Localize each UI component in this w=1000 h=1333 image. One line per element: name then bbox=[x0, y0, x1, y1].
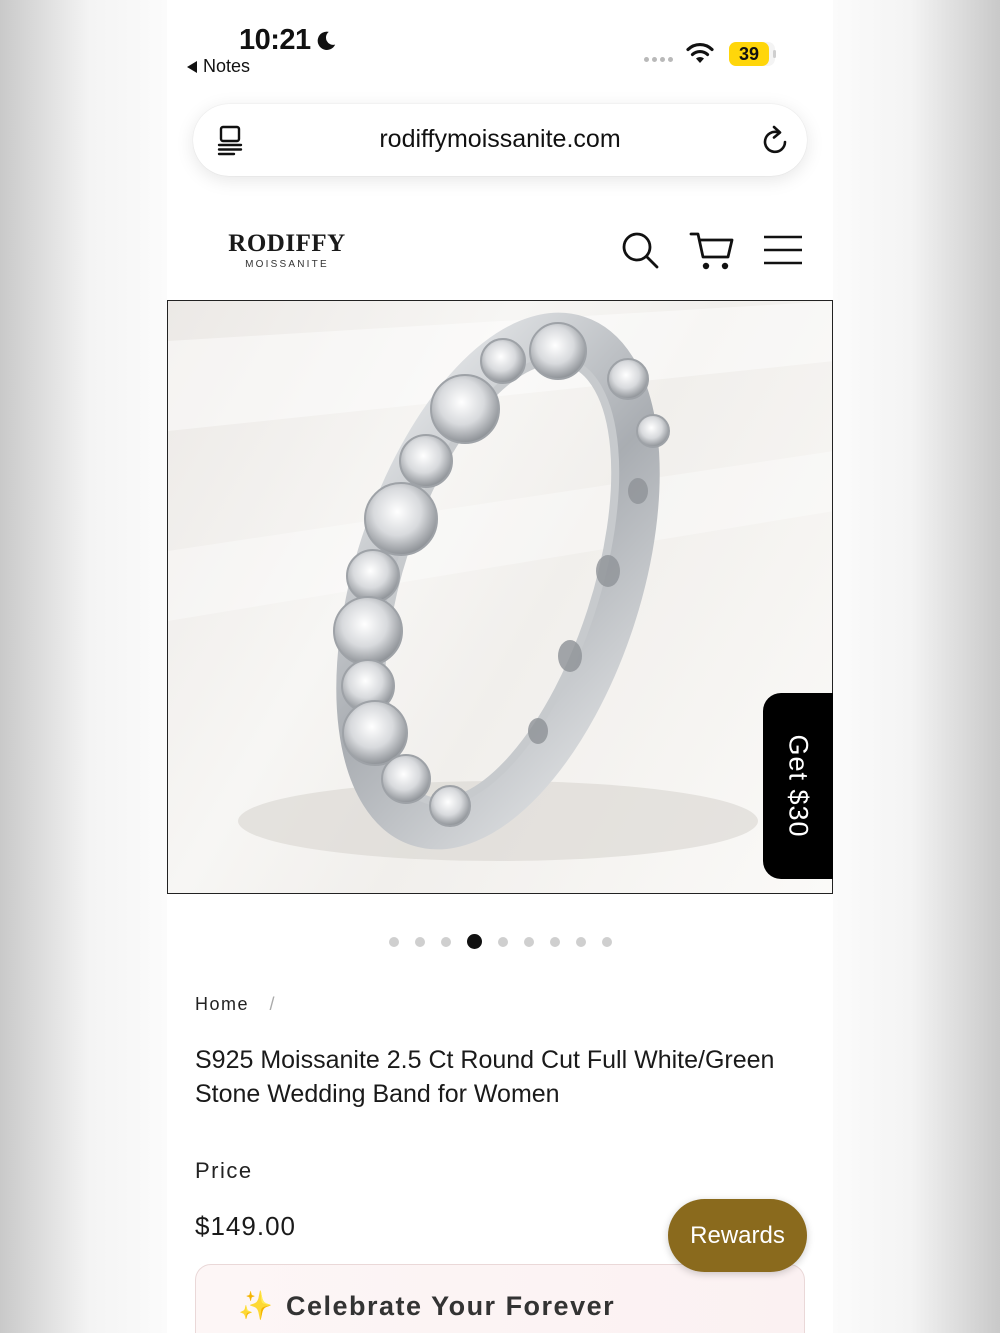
logo-main-text: RODIFFY bbox=[228, 230, 346, 257]
get-30-label: Get $30 bbox=[783, 734, 814, 838]
wifi-icon bbox=[686, 42, 714, 63]
search-icon[interactable] bbox=[620, 230, 660, 270]
carousel-dot[interactable] bbox=[388, 936, 399, 947]
carousel-dot[interactable] bbox=[549, 936, 560, 947]
product-title: S925 Moissanite 2.5 Ct Round Cut Full Wh… bbox=[195, 1046, 775, 1108]
battery-level: 39 bbox=[738, 44, 760, 64]
carousel-dot[interactable] bbox=[497, 936, 508, 947]
reload-icon[interactable] bbox=[761, 124, 791, 156]
carousel-dot[interactable] bbox=[440, 936, 451, 947]
phone-screen: 10:21 Notes 39 rodiffymoissanite.com ROD… bbox=[167, 0, 833, 1333]
breadcrumb-home-link[interactable]: Home bbox=[195, 994, 249, 1014]
carousel-dots bbox=[167, 934, 833, 949]
back-to-notes-link[interactable]: Notes bbox=[187, 56, 250, 77]
carousel-dot-active[interactable] bbox=[466, 934, 482, 949]
cart-icon[interactable] bbox=[689, 230, 735, 272]
back-arrow-icon bbox=[187, 60, 197, 73]
logo-sub-text: MOISSANITE bbox=[245, 259, 329, 270]
rewards-button[interactable]: Rewards bbox=[668, 1199, 807, 1272]
get-30-promo-tab[interactable]: Get $30 bbox=[763, 693, 833, 879]
cellular-signal-icon bbox=[644, 57, 673, 62]
breadcrumb-separator: / bbox=[269, 994, 277, 1014]
back-label: Notes bbox=[203, 56, 251, 76]
url-text[interactable]: rodiffymoissanite.com bbox=[193, 125, 807, 154]
moon-icon bbox=[317, 31, 336, 50]
site-logo[interactable]: RODIFFY MOISSANITE bbox=[227, 230, 347, 270]
celebrate-promo-banner[interactable]: ✨ Celebrate Your Forever bbox=[195, 1264, 805, 1333]
status-time: 10:21 bbox=[239, 24, 311, 56]
ring-image bbox=[168, 301, 832, 861]
carousel-dot[interactable] bbox=[601, 936, 612, 947]
carousel-dot[interactable] bbox=[575, 936, 586, 947]
product-price: $149.00 bbox=[195, 1211, 296, 1241]
carousel-dot[interactable] bbox=[523, 936, 534, 947]
promo-banner-text: Celebrate Your Forever bbox=[286, 1291, 616, 1321]
battery-indicator: 39 bbox=[729, 42, 776, 66]
carousel-dot[interactable] bbox=[414, 936, 425, 947]
product-image[interactable] bbox=[167, 300, 833, 894]
sparkles-icon: ✨ bbox=[238, 1290, 273, 1321]
price-label: Price bbox=[195, 1158, 253, 1183]
menu-icon[interactable] bbox=[763, 234, 803, 266]
address-bar[interactable]: rodiffymoissanite.com bbox=[193, 104, 807, 176]
breadcrumb: Home / bbox=[195, 994, 276, 1015]
